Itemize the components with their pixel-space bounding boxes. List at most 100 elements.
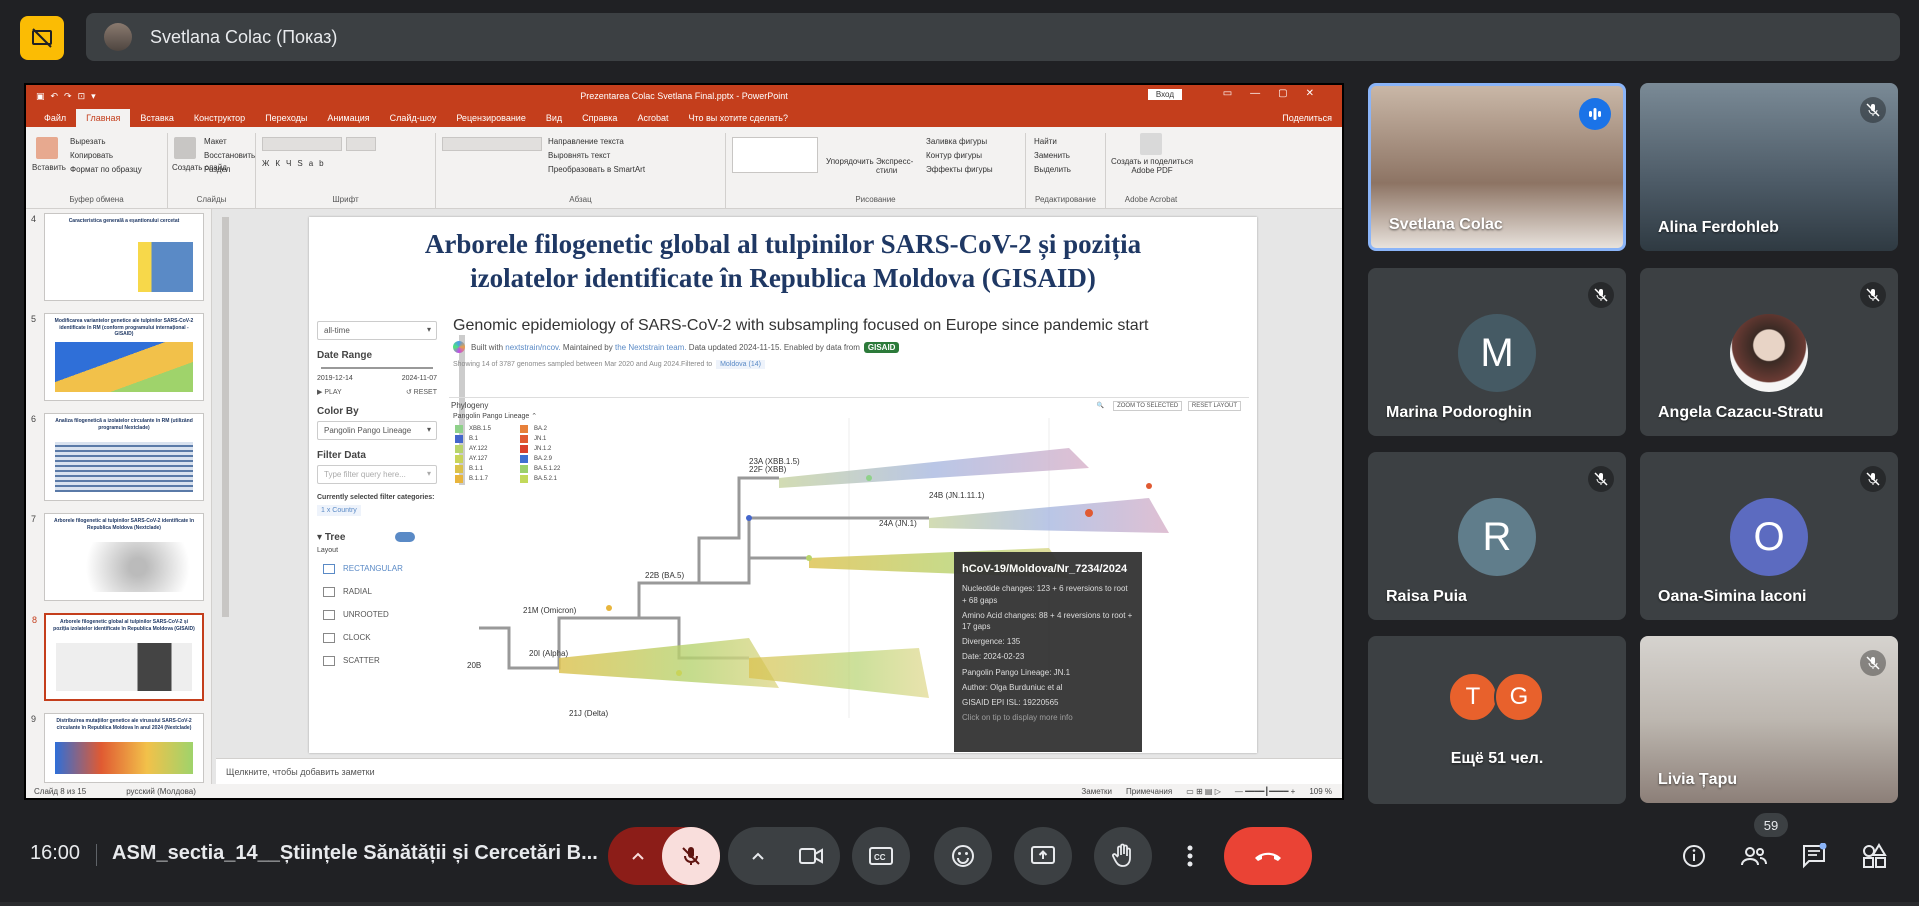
smartart-button[interactable]: Преобразовать в SmartArt — [548, 165, 645, 174]
slide-thumb[interactable]: 6 Analiza filogenetică a izolatelor circ… — [31, 413, 204, 501]
tab-file[interactable]: Файл — [34, 113, 76, 127]
arrange-button[interactable]: Упорядочить — [826, 157, 874, 166]
raise-hand-button[interactable] — [1094, 827, 1152, 885]
tab-view[interactable]: Вид — [536, 113, 572, 127]
comments-toggle[interactable]: Примечания — [1126, 787, 1172, 796]
chat-button[interactable] — [1800, 842, 1828, 870]
reset-button[interactable]: Восстановить — [204, 151, 255, 160]
text-direction-button[interactable]: Направление текста — [548, 137, 624, 146]
replace-button[interactable]: Заменить — [1034, 151, 1070, 160]
language-indicator[interactable]: русский (Молдова) — [126, 787, 196, 796]
moldova-tip[interactable] — [866, 475, 872, 481]
copy-button[interactable]: Копировать — [70, 151, 113, 160]
format-painter-button[interactable]: Формат по образцу — [70, 165, 142, 174]
participant-tile[interactable]: Svetlana Colac — [1368, 83, 1626, 251]
slide-thumb[interactable]: 9 Distribuirea mutațiilor genetice ale v… — [31, 713, 204, 783]
participant-tile[interactable]: R Raisa Puia — [1368, 452, 1626, 620]
list-buttons[interactable] — [442, 137, 542, 151]
tab-animations[interactable]: Анимация — [317, 113, 379, 127]
participant-tile[interactable]: Angela Cazacu-Stratu — [1640, 268, 1898, 436]
layout-rectangular[interactable]: RECTANGULAR — [323, 560, 437, 577]
camera-options-chevron-icon[interactable] — [738, 827, 778, 885]
camera-toggle-button[interactable] — [782, 827, 840, 885]
mic-toggle-button[interactable] — [662, 827, 720, 885]
tab-transitions[interactable]: Переходы — [255, 113, 317, 127]
zoom-level[interactable]: 109 % — [1309, 787, 1332, 796]
layout-button[interactable]: Макет — [204, 137, 227, 146]
quick-styles-button[interactable]: Экспресс-стили — [876, 157, 916, 175]
zoom-slider[interactable]: — ━━━━┃━━━━ + — [1235, 787, 1295, 796]
tab-review[interactable]: Рецензирование — [446, 113, 536, 127]
reset-layout-button[interactable]: RESET LAYOUT — [1187, 401, 1241, 411]
tree-toggle[interactable] — [395, 532, 416, 543]
view-buttons[interactable]: ▭ ⊞ ▤ ▷ — [1186, 787, 1221, 796]
reactions-button[interactable] — [934, 827, 992, 885]
moldova-tip[interactable] — [806, 555, 812, 561]
font-format-buttons[interactable]: ЖКЧSab — [262, 159, 330, 168]
layout-clock[interactable]: CLOCK — [323, 629, 437, 646]
tab-insert[interactable]: Вставка — [130, 113, 183, 127]
reset-button[interactable]: ↺ RESET — [406, 388, 437, 396]
window-controls[interactable]: ▭—▢✕ — [1223, 88, 1332, 99]
team-link[interactable]: the Nextstrain team. — [615, 343, 687, 352]
participant-tile[interactable]: M Marina Podoroghin — [1368, 268, 1626, 436]
moldova-chip[interactable]: Moldova (14) — [716, 360, 765, 369]
align-text-button[interactable]: Выровнять текст — [548, 151, 610, 160]
date-range-slider[interactable] — [321, 367, 433, 369]
people-button[interactable] — [1740, 842, 1768, 870]
notes-toggle[interactable]: Заметки — [1081, 787, 1112, 796]
slide-thumb-active[interactable]: 8 Arborele filogenetic global al tulpini… — [32, 613, 204, 701]
shape-outline-button[interactable]: Контур фигуры — [926, 151, 982, 160]
notes-pane[interactable]: Щелкните, чтобы добавить заметки — [216, 758, 1342, 784]
search-icon[interactable]: 🔍 — [1094, 402, 1107, 410]
participant-tile[interactable]: O Oana-Simina Iaconi — [1640, 452, 1898, 620]
filter-input[interactable]: Type filter query here... — [317, 465, 437, 484]
more-options-button[interactable] — [1170, 827, 1210, 885]
activities-button[interactable] — [1860, 842, 1888, 870]
participant-tile[interactable]: Alina Ferdohleb — [1640, 83, 1898, 251]
country-filter-chip[interactable]: 1 x Country — [317, 505, 361, 516]
tab-acrobat[interactable]: Acrobat — [627, 113, 678, 127]
moldova-tip[interactable] — [606, 605, 612, 611]
play-button[interactable]: ▶ PLAY — [317, 388, 342, 396]
shapes-gallery[interactable] — [732, 137, 818, 173]
moldova-tip[interactable] — [746, 515, 752, 521]
participant-tile[interactable]: Livia Țapu — [1640, 636, 1898, 803]
meeting-info-button[interactable] — [1680, 842, 1708, 870]
slide-thumb[interactable]: 4 Caracteristica generală a eșantionului… — [31, 213, 204, 301]
quick-access-icons[interactable]: ▣↶↷⊡▾ — [36, 91, 102, 102]
find-button[interactable]: Найти — [1034, 137, 1057, 146]
share-button[interactable]: Поделиться — [1282, 113, 1332, 123]
captions-button[interactable]: CC — [852, 827, 910, 885]
tab-slideshow[interactable]: Слайд-шоу — [380, 113, 447, 127]
thumbnail-scrollbar[interactable] — [222, 217, 229, 617]
moldova-tip[interactable] — [676, 670, 682, 676]
presentation-toggle-button[interactable] — [20, 16, 64, 60]
cut-button[interactable]: Вырезать — [70, 137, 106, 146]
color-by-select[interactable]: Pangolin Pango Lineage — [317, 421, 437, 440]
mic-options-chevron-icon[interactable] — [618, 827, 658, 885]
tell-me-search[interactable]: Что вы хотите сделать? — [678, 113, 798, 127]
moldova-tip[interactable] — [1146, 483, 1152, 489]
slide-thumb[interactable]: 5 Modificarea variantelor genetice ale t… — [31, 313, 204, 401]
shape-fill-button[interactable]: Заливка фигуры — [926, 137, 987, 146]
font-size-select[interactable] — [346, 137, 376, 151]
ncov-link[interactable]: nextstrain/ncov. — [505, 343, 560, 352]
tab-design[interactable]: Конструктор — [184, 113, 255, 127]
slide-thumb[interactable]: 7 Arborele filogenetic al tulpinilor SAR… — [31, 513, 204, 601]
layout-unrooted[interactable]: UNROOTED — [323, 606, 437, 623]
paste-button[interactable]: Вставить — [32, 163, 66, 172]
zoom-to-selected-button[interactable]: ZOOM TO SELECTED — [1113, 401, 1183, 411]
select-button[interactable]: Выделить — [1034, 165, 1071, 174]
layout-radial[interactable]: RADIAL — [323, 583, 437, 600]
font-family-select[interactable] — [262, 137, 342, 151]
tab-help[interactable]: Справка — [572, 113, 627, 127]
create-pdf-button[interactable]: Создать и поделиться Adobe PDF — [1110, 157, 1194, 175]
others-tile[interactable]: T G Ещё 51 чел. — [1368, 636, 1626, 804]
moldova-tip-selected[interactable] — [1085, 509, 1093, 517]
ppt-login-button[interactable]: Вход — [1147, 89, 1182, 100]
present-now-button[interactable] — [1014, 827, 1072, 885]
section-button[interactable]: Раздел — [204, 165, 230, 174]
time-select[interactable]: all-time — [317, 321, 437, 340]
tab-home[interactable]: Главная — [76, 109, 131, 127]
